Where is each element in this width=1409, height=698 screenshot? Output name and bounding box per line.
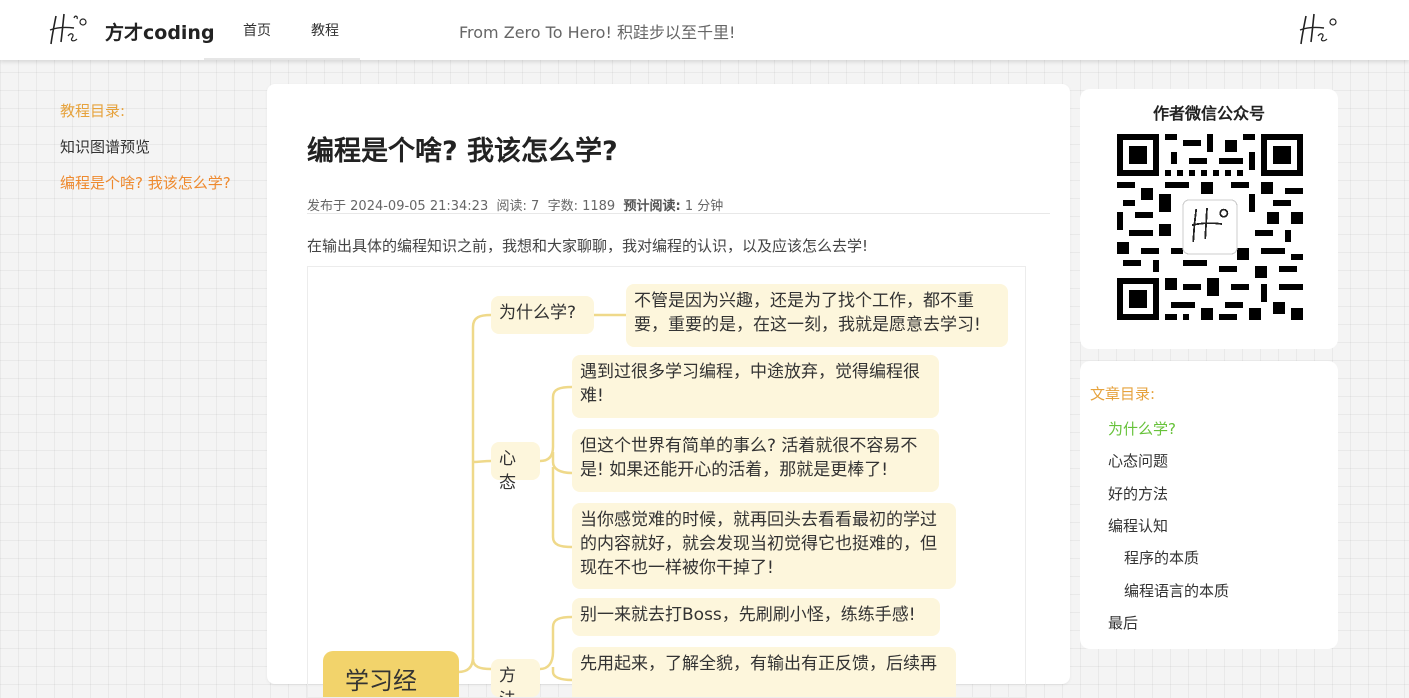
hero-logo-icon[interactable]: [48, 10, 92, 54]
mindmap-root-node: 学习经验: [323, 651, 459, 697]
meta-reads-count: 7: [531, 199, 540, 214]
meta-words-count: 1189: [582, 199, 616, 214]
mindmap-branch-why: 为什么学?: [491, 296, 594, 334]
article-toc-title: 文章目录:: [1090, 385, 1156, 403]
article-card: 编程是个啥? 我该怎么学? 发布于 2024-09-05 21:34:23 阅读…: [267, 84, 1070, 698]
meta-published-label: 发布于: [307, 199, 347, 214]
mindmap-leaf-why: 不管是因为兴趣，还是为了找个工作，都不重要，重要的是，在这一刻，我就是愿意去学习…: [626, 284, 1008, 347]
mindmap-leaf-method-1: 别一来就去打Boss，先刷刷小怪，练练手感!: [572, 598, 940, 636]
meta-est-time: 1 分钟: [684, 199, 724, 214]
tutorial-toc: 教程目录: 知识图谱预览 编程是个啥? 我该怎么学?: [60, 100, 235, 209]
nav-home[interactable]: 首页: [243, 20, 271, 40]
wechat-qr-card: 作者微信公众号: [1080, 89, 1338, 349]
article-toc-item-language-essence[interactable]: 编程语言的本质: [1124, 580, 1229, 601]
tutorial-toc-item-knowledge-map[interactable]: 知识图谱预览: [60, 137, 235, 157]
nav-tutorials[interactable]: 教程: [311, 20, 339, 40]
article-toc-item-why[interactable]: 为什么学?: [1108, 418, 1176, 439]
brand-name[interactable]: 方才coding: [105, 18, 215, 45]
article-toc-item-program-essence[interactable]: 程序的本质: [1124, 547, 1199, 568]
mindmap-branch-mindset: 心态: [491, 442, 540, 493]
article-intro: 在输出具体的编程知识之前，我想和大家聊聊，我对编程的认识，以及应该怎么去学!: [307, 237, 869, 255]
meta-divider: [307, 213, 1050, 214]
hero-logo-icon-right[interactable]: [1298, 10, 1342, 54]
tutorial-toc-item-current[interactable]: 编程是个啥? 我该怎么学?: [60, 173, 235, 193]
mindmap-leaf-mindset-1: 遇到过很多学习编程，中途放弃，觉得编程很难!: [572, 355, 939, 418]
article-toc: 文章目录: 为什么学? 心态问题 好的方法 编程认知 程序的本质 编程语言的本质…: [1080, 361, 1338, 649]
meta-published-date: 2024-09-05 21:34:23: [350, 199, 489, 214]
qr-title: 作者微信公众号: [1152, 104, 1265, 123]
meta-est-label: 预计阅读:: [623, 199, 681, 214]
article-meta: 发布于 2024-09-05 21:34:23 阅读: 7 字数: 1189 预…: [307, 195, 723, 214]
nav-active-indicator: [204, 58, 360, 60]
article-toc-item-last[interactable]: 最后: [1108, 612, 1138, 633]
meta-reads-label: 阅读:: [496, 199, 527, 214]
top-navbar: 方才coding 首页 教程 From Zero To Hero! 积跬步以至千…: [0, 0, 1409, 60]
mindmap-leaf-mindset-2: 但这个世界有简单的事么? 活着就很不容易不是! 如果还能开心的活着，那就是更棒了…: [572, 429, 939, 492]
article-toc-item-cognition[interactable]: 编程认知: [1108, 515, 1168, 536]
qr-code-icon: [1117, 134, 1303, 320]
mindmap-leaf-mindset-3: 当你感觉难的时候，就再回头去看看最初的学过的内容就好，就会发现当初觉得它也挺难的…: [572, 503, 956, 589]
article-toc-item-method[interactable]: 好的方法: [1108, 483, 1168, 504]
article-toc-item-mindset[interactable]: 心态问题: [1108, 450, 1168, 471]
article-title: 编程是个啥? 我该怎么学?: [307, 136, 618, 167]
mindmap-diagram: 学习经验 为什么学? 不管是因为兴趣，还是为了找个工作，都不重要，重要的是，在这…: [307, 266, 1026, 698]
mindmap-branch-method: 方法: [491, 659, 540, 697]
tutorial-toc-title: 教程目录:: [60, 102, 126, 120]
site-slogan: From Zero To Hero! 积跬步以至千里!: [459, 23, 736, 42]
meta-words-label: 字数:: [547, 199, 578, 214]
